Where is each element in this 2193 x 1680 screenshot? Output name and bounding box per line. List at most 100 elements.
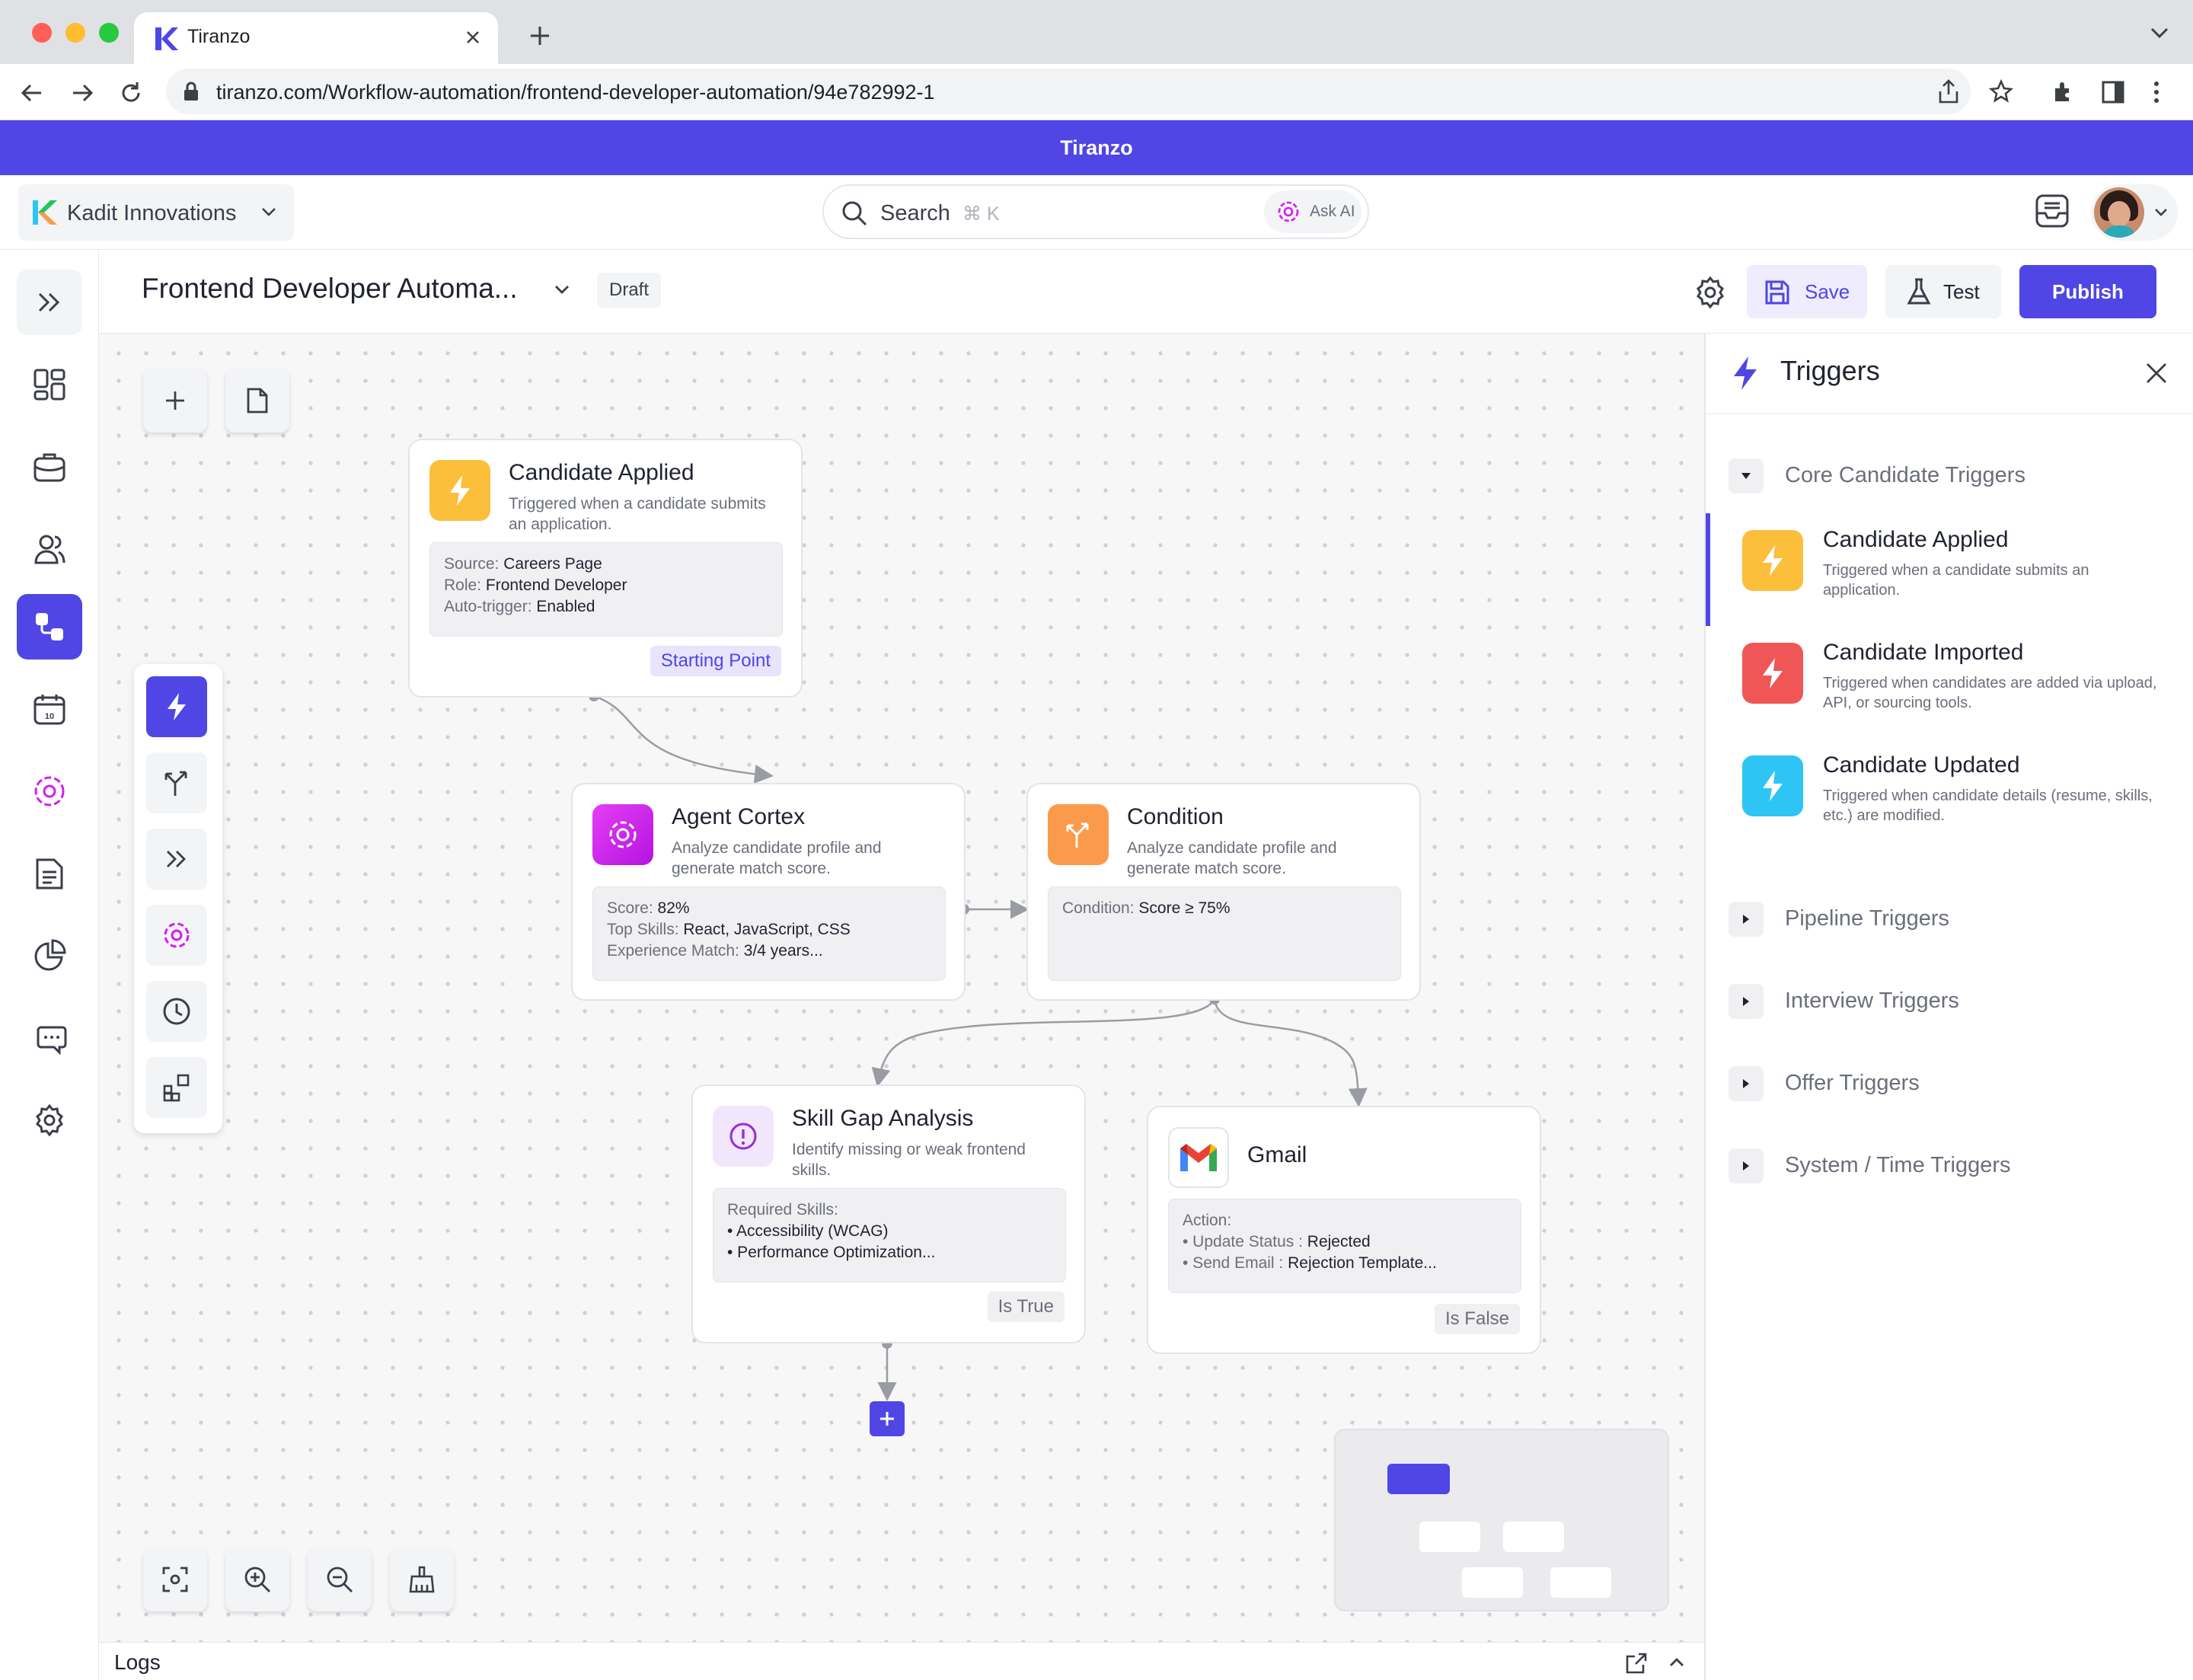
window-close-dot[interactable] — [32, 23, 52, 43]
nav-workflows[interactable] — [17, 594, 82, 660]
node-agent-cortex[interactable]: Agent Cortex Analyze candidate profile a… — [571, 783, 966, 1001]
calendar-icon: 10 — [33, 692, 66, 726]
zoom-out-button[interactable] — [308, 1547, 372, 1611]
nav-documents[interactable] — [17, 841, 82, 906]
chevron-right-icon — [1729, 902, 1764, 937]
trigger-item-candidate-applied[interactable]: Candidate Applied Triggered when a candi… — [1706, 513, 2193, 626]
node-skill-gap-analysis[interactable]: Skill Gap Analysis Identify missing or w… — [691, 1084, 1086, 1343]
node-description: Triggered when a candidate submits an ap… — [509, 495, 766, 533]
nav-calendar[interactable]: 10 — [17, 676, 82, 742]
tab-list-chevron-icon[interactable] — [2149, 26, 2170, 41]
new-tab-icon[interactable] — [528, 24, 551, 47]
branch-icon — [1048, 804, 1109, 865]
group-interview-triggers[interactable]: Interview Triggers — [1729, 981, 2155, 1024]
tiranzo-logo-icon — [152, 26, 178, 52]
cortex-icon — [592, 804, 653, 865]
share-icon[interactable] — [1937, 79, 1960, 104]
add-step-button[interactable] — [870, 1401, 905, 1436]
node-title: Candidate Applied — [509, 460, 694, 485]
group-label: System / Time Triggers — [1785, 1153, 2011, 1177]
ask-ai-button[interactable]: Ask AI — [1264, 190, 1361, 233]
node-description: Analyze candidate profile and generate m… — [1127, 839, 1337, 877]
save-button[interactable]: Save — [1747, 265, 1867, 318]
nav-cortex[interactable] — [17, 759, 82, 824]
group-core-candidate-triggers[interactable]: Core Candidate Triggers — [1729, 455, 2155, 498]
close-icon[interactable] — [2144, 361, 2169, 385]
add-node-button[interactable] — [143, 369, 207, 433]
workflow-title[interactable]: Frontend Developer Automa... — [142, 273, 518, 305]
window-zoom-dot[interactable] — [99, 23, 119, 43]
trigger-item-candidate-updated[interactable]: Candidate Updated Triggered when candida… — [1706, 739, 2193, 839]
sidebar-toggle-icon[interactable] — [2102, 81, 2124, 104]
palette-action-button[interactable] — [146, 829, 207, 890]
panel-header: Triggers — [1706, 334, 2193, 414]
is-false-tag: Is False — [1434, 1304, 1520, 1334]
expand-sidebar-button[interactable] — [17, 270, 82, 335]
publish-button[interactable]: Publish — [2019, 265, 2156, 318]
close-tab-icon[interactable] — [463, 27, 483, 47]
minimap-node — [1550, 1567, 1611, 1598]
app-header: Kadit Innovations Search ⌘ K Ask AI — [0, 175, 2193, 250]
back-icon[interactable] — [20, 81, 44, 105]
browser-tab[interactable]: Tiranzo — [134, 12, 498, 64]
window-minimize-dot[interactable] — [65, 23, 85, 43]
test-button[interactable]: Test — [1885, 265, 2001, 318]
forward-icon[interactable] — [70, 81, 94, 105]
nav-jobs[interactable] — [17, 434, 82, 500]
bookmark-star-icon[interactable] — [1989, 79, 2013, 104]
palette-delay-button[interactable] — [146, 981, 207, 1042]
workflow-settings-gear-icon[interactable] — [1693, 276, 1727, 309]
external-link-icon[interactable] — [1625, 1652, 1648, 1675]
nav-messages[interactable] — [17, 1005, 82, 1071]
browser-menu-icon[interactable] — [2152, 81, 2161, 104]
app-banner: Tiranzo — [0, 120, 2193, 175]
kadit-logo-icon — [30, 198, 59, 227]
lock-icon — [183, 81, 200, 101]
trigger-description: Triggered when candidates are added via … — [1823, 675, 2157, 711]
search-bar[interactable]: Search ⌘ K Ask AI — [822, 184, 1369, 239]
palette-condition-button[interactable] — [146, 752, 207, 813]
nav-settings[interactable] — [17, 1088, 82, 1153]
sparkle-icon — [1276, 200, 1301, 224]
palette-trigger-button[interactable] — [146, 676, 207, 737]
clock-icon — [161, 996, 192, 1027]
logs-bar[interactable]: Logs — [99, 1642, 1704, 1680]
workflow-canvas[interactable]: Candidate Applied Triggered when a candi… — [99, 334, 1704, 1642]
inbox-icon[interactable] — [2035, 193, 2070, 228]
url-bar[interactable]: tiranzo.com/Workflow-automation/frontend… — [166, 69, 1971, 114]
notes-button[interactable] — [225, 369, 289, 433]
zoom-in-button[interactable] — [225, 1547, 289, 1611]
extensions-icon[interactable] — [2051, 79, 2076, 104]
trigger-item-candidate-imported[interactable]: Candidate Imported Triggered when candid… — [1706, 626, 2193, 727]
bolt-icon — [429, 460, 490, 521]
nav-reports[interactable] — [17, 923, 82, 989]
nav-dashboard[interactable] — [17, 352, 82, 417]
triggers-panel: Triggers Core Candidate Triggers Candida… — [1704, 334, 2193, 1680]
chevron-up-icon[interactable] — [1668, 1655, 1686, 1669]
org-switcher[interactable]: Kadit Innovations — [18, 184, 294, 241]
group-label: Interview Triggers — [1785, 989, 1959, 1013]
node-description: Analyze candidate profile and generate m… — [672, 839, 882, 877]
palette-integrations-button[interactable] — [146, 1057, 207, 1118]
group-pipeline-triggers[interactable]: Pipeline Triggers — [1729, 899, 2155, 941]
fit-view-button[interactable] — [143, 1547, 207, 1611]
briefcase-icon — [33, 450, 66, 484]
group-system-time-triggers[interactable]: System / Time Triggers — [1729, 1145, 2155, 1188]
node-candidate-applied[interactable]: Candidate Applied Triggered when a candi… — [408, 439, 803, 698]
dashboard-icon — [33, 368, 66, 401]
edge-applied-to-cortex — [593, 695, 774, 784]
nav-candidates[interactable] — [17, 516, 82, 582]
file-icon — [245, 387, 270, 414]
minimap[interactable] — [1334, 1429, 1669, 1611]
group-offer-triggers[interactable]: Offer Triggers — [1729, 1063, 2155, 1106]
node-condition[interactable]: Condition Analyze candidate profile and … — [1026, 783, 1421, 1001]
user-menu[interactable] — [2091, 184, 2178, 241]
minimap-node — [1503, 1522, 1564, 1552]
clean-layout-button[interactable] — [390, 1547, 454, 1611]
title-dropdown-chevron-icon[interactable] — [553, 283, 571, 295]
palette-cortex-button[interactable] — [146, 905, 207, 966]
reload-icon[interactable] — [119, 81, 143, 105]
node-gmail[interactable]: Gmail Action: • Update Status : Rejected… — [1147, 1106, 1541, 1354]
chevron-down-icon — [2153, 207, 2169, 218]
bolt-icon — [1730, 355, 1760, 391]
